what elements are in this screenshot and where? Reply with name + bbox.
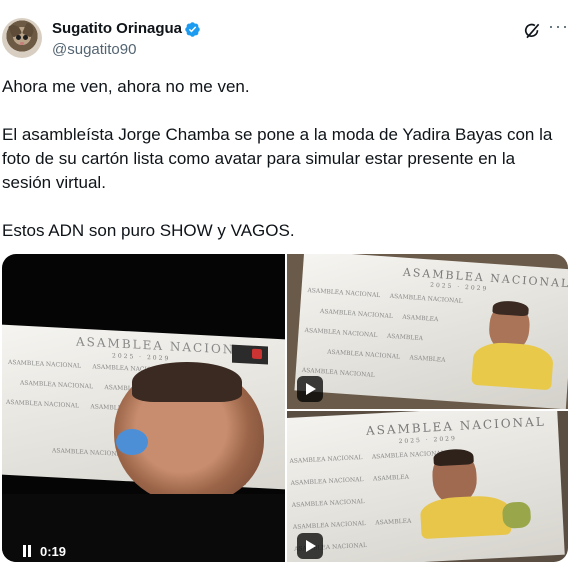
media-grid: ASAMBLEA NACIONAL 2025 · 2029 ASAMBLEA N… [2, 254, 568, 562]
cardboard-hair [132, 362, 242, 402]
video-thumbnail-2[interactable]: ASAMBLEA NACIONAL 2025 · 2029 ASAMBLEA N… [287, 254, 568, 409]
tweet-paragraph: Estos ADN son puro SHOW y VAGOS. [2, 221, 295, 240]
play-button[interactable] [297, 376, 323, 402]
video-player[interactable]: ASAMBLEA NACIONAL 2025 · 2029 ASAMBLEA N… [2, 254, 285, 562]
cardboard-hair [433, 448, 474, 467]
video-controls[interactable]: 0:19 [14, 540, 74, 562]
tweet-paragraph: Ahora me ven, ahora no me ven. [2, 77, 250, 96]
tweet-paragraph: El asambleísta Jorge Chamba se pone a la… [2, 125, 553, 192]
screen-wall-text: ASAMBLEA NACIONAL [291, 498, 365, 509]
author-display-name[interactable]: Sugatito Orinagua [52, 20, 182, 37]
video-thumbnail-3[interactable]: ASAMBLEA NACIONAL 2025 · 2029 ASAMBLEA N… [287, 411, 568, 562]
screen-thumbnail [232, 344, 268, 365]
author-avatar[interactable] [2, 18, 42, 58]
verified-badge-icon[interactable] [184, 21, 201, 38]
screen-wall-text: ASAMBLEA NACIONAL [52, 447, 125, 459]
video-frame-screen: ASAMBLEA NACIONAL 2025 · 2029 ASAMBLEA N… [287, 411, 565, 562]
video-timestamp: 0:19 [40, 543, 67, 559]
screen-years-text: 2025 · 2029 [112, 352, 171, 363]
more-options-icon[interactable]: ··· [548, 17, 568, 40]
screen-wall-text: ASAMBLEA NACIONAL ASAMBLEA [326, 348, 446, 364]
grok-icon[interactable] [522, 21, 542, 41]
screen-wall-text: ASAMBLEA NACIONAL ASAMBLEA NACIONAL [289, 449, 445, 465]
screen-wall-text: ASAMBLEA NACIONAL ASAMBLEA [290, 473, 410, 487]
screen-wall-text: ASAMBLEA NACIONAL ASAMBLEA [6, 398, 127, 413]
play-button[interactable] [297, 533, 323, 559]
cardboard-jacket [471, 340, 555, 391]
screen-wall-text: ASAMBLEA NACIONAL ASAMBLEA [319, 307, 439, 324]
avatar-eye [23, 35, 28, 40]
pause-icon[interactable] [22, 545, 32, 557]
tweet-header: Sugatito Orinagua @sugatito90 ··· [0, 0, 582, 70]
avatar-eye [16, 35, 21, 40]
author-handle[interactable]: @sugatito90 [52, 41, 136, 58]
screen-wall-text: ASAMBLEA NACIONAL ASAMBLEA [292, 517, 412, 531]
screen-wall-text: ASAMBLEA NACIONAL ASAMBLEA NACIONAL [307, 287, 463, 305]
cardboard-base [501, 501, 532, 529]
avatar-nose [20, 42, 24, 45]
cardboard-hair [492, 299, 530, 317]
screen-wall-text: ASAMBLEA NACIONAL ASAMBLEA [304, 326, 424, 343]
cardboard-cap [116, 429, 148, 455]
cardboard-jacket [419, 494, 512, 540]
video-frame-screen: ASAMBLEA NACIONAL 2025 · 2029 ASAMBLEA N… [294, 254, 568, 409]
screen-years-text: 2025 · 2029 [398, 435, 457, 446]
